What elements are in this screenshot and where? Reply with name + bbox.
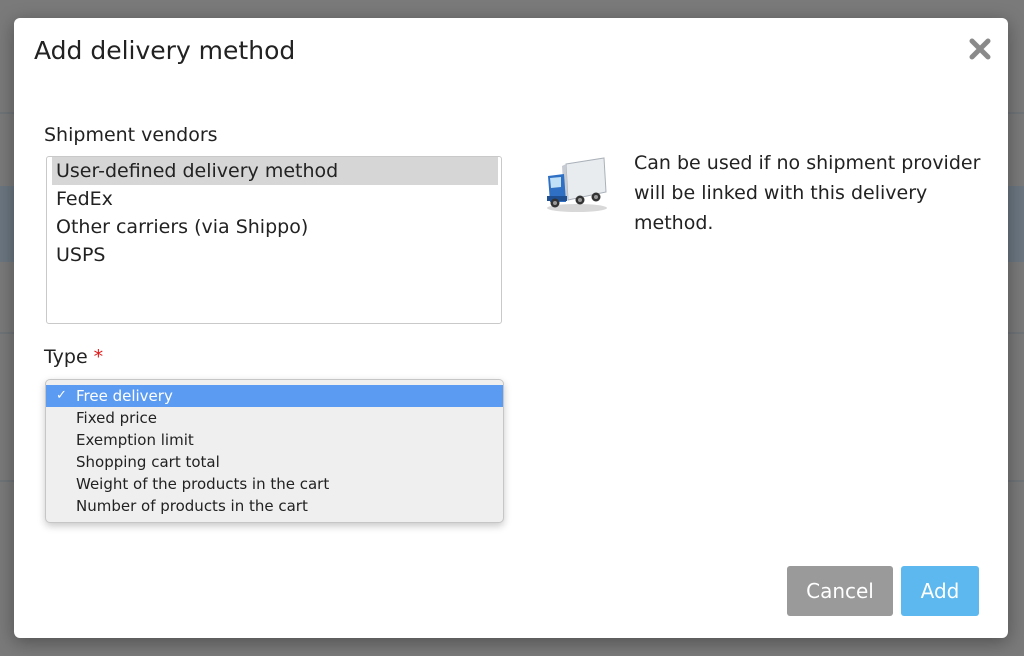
dialog-title: Add delivery method (34, 36, 296, 65)
vendor-item-usps[interactable]: USPS (52, 241, 498, 269)
checkmark-icon: ✓ (56, 388, 67, 403)
type-option-fixed-price[interactable]: Fixed price (46, 407, 503, 429)
vendor-item-shippo[interactable]: Other carriers (via Shippo) (52, 213, 498, 241)
type-option-weight[interactable]: Weight of the products in the cart (46, 473, 503, 495)
type-option-label: Free delivery (76, 387, 173, 405)
type-option-exemption-limit[interactable]: Exemption limit (46, 429, 503, 451)
vendor-item-user-defined[interactable]: User-defined delivery method (52, 157, 498, 185)
required-mark: * (93, 346, 104, 368)
shipment-vendors-label: Shipment vendors (44, 124, 218, 146)
add-button[interactable]: Add (901, 566, 979, 616)
type-option-cart-total[interactable]: Shopping cart total (46, 451, 503, 473)
vendor-description: Can be used if no shipment provider will… (634, 152, 981, 234)
type-option-number-of-products[interactable]: Number of products in the cart (46, 495, 503, 517)
type-dropdown-menu[interactable]: ✓ Free delivery Fixed price Exemption li… (45, 379, 504, 523)
type-label-text: Type (44, 346, 88, 368)
type-option-free-delivery[interactable]: ✓ Free delivery (46, 385, 503, 407)
type-label: Type * (44, 346, 103, 368)
shipment-vendors-listbox[interactable]: User-defined delivery method FedEx Other… (46, 156, 502, 324)
add-delivery-method-dialog: Add delivery method Shipment vendors Use… (14, 18, 1008, 638)
close-icon[interactable] (967, 36, 993, 62)
vendor-item-fedex[interactable]: FedEx (52, 185, 498, 213)
cancel-button[interactable]: Cancel (787, 566, 893, 616)
delivery-truck-icon (544, 154, 610, 214)
